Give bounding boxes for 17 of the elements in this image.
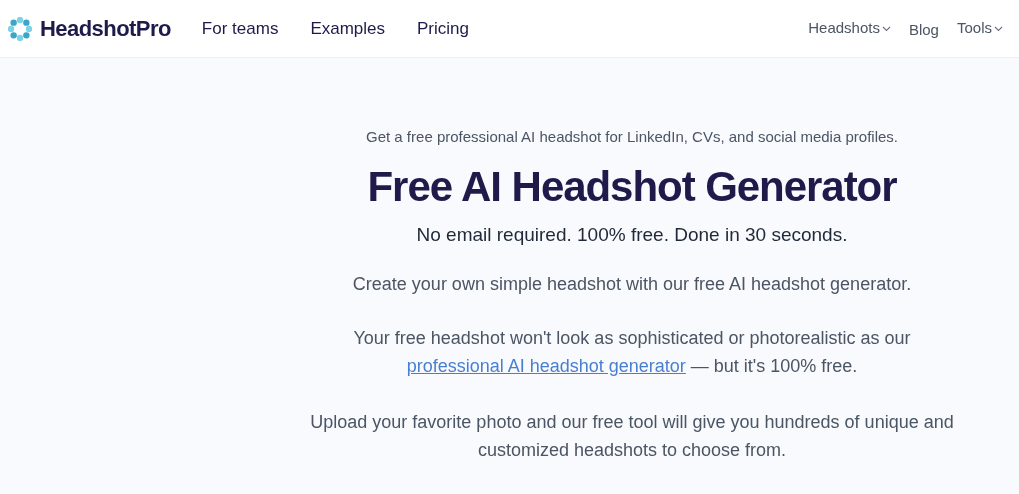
nav-link[interactable]: Blog	[908, 15, 939, 42]
upload-paragraph: Upload your favorite photo and our free tool will give you hundreds of unique and customized headshots to choose from.	[309, 411, 955, 462]
nav-link[interactable]: Examples	[310, 15, 386, 42]
nav-dropdown[interactable]: Tools	[956, 17, 1003, 40]
caret-icon	[994, 25, 1003, 32]
page-title: Free AI Headshot Generator	[367, 161, 897, 212]
subtitle-text: No email required. 100% free. Done in 30 seconds.	[416, 222, 848, 247]
nav-link[interactable]: For teams	[201, 15, 279, 42]
generator-link[interactable]: professional AI headshot generator	[406, 356, 686, 376]
nav-dropdown[interactable]: Headshots	[808, 17, 891, 40]
nav-link[interactable]: Pricing	[417, 15, 469, 42]
caret-icon	[881, 25, 891, 32]
intro-text: Create your own simple headshot with our free AI headshot generator.	[352, 273, 912, 296]
logo-icon	[8, 16, 32, 41]
note-paragraph: Your free headshot won't look as sophisticated or photorealistic as our professional AI headshot generator — but it's 100% free.	[352, 327, 912, 378]
kicker-text: Get a free professional AI headshot for LinkedIn, CVs, and social media profiles.	[366, 127, 898, 147]
logo-text[interactable]: HeadshotPro	[40, 12, 171, 45]
